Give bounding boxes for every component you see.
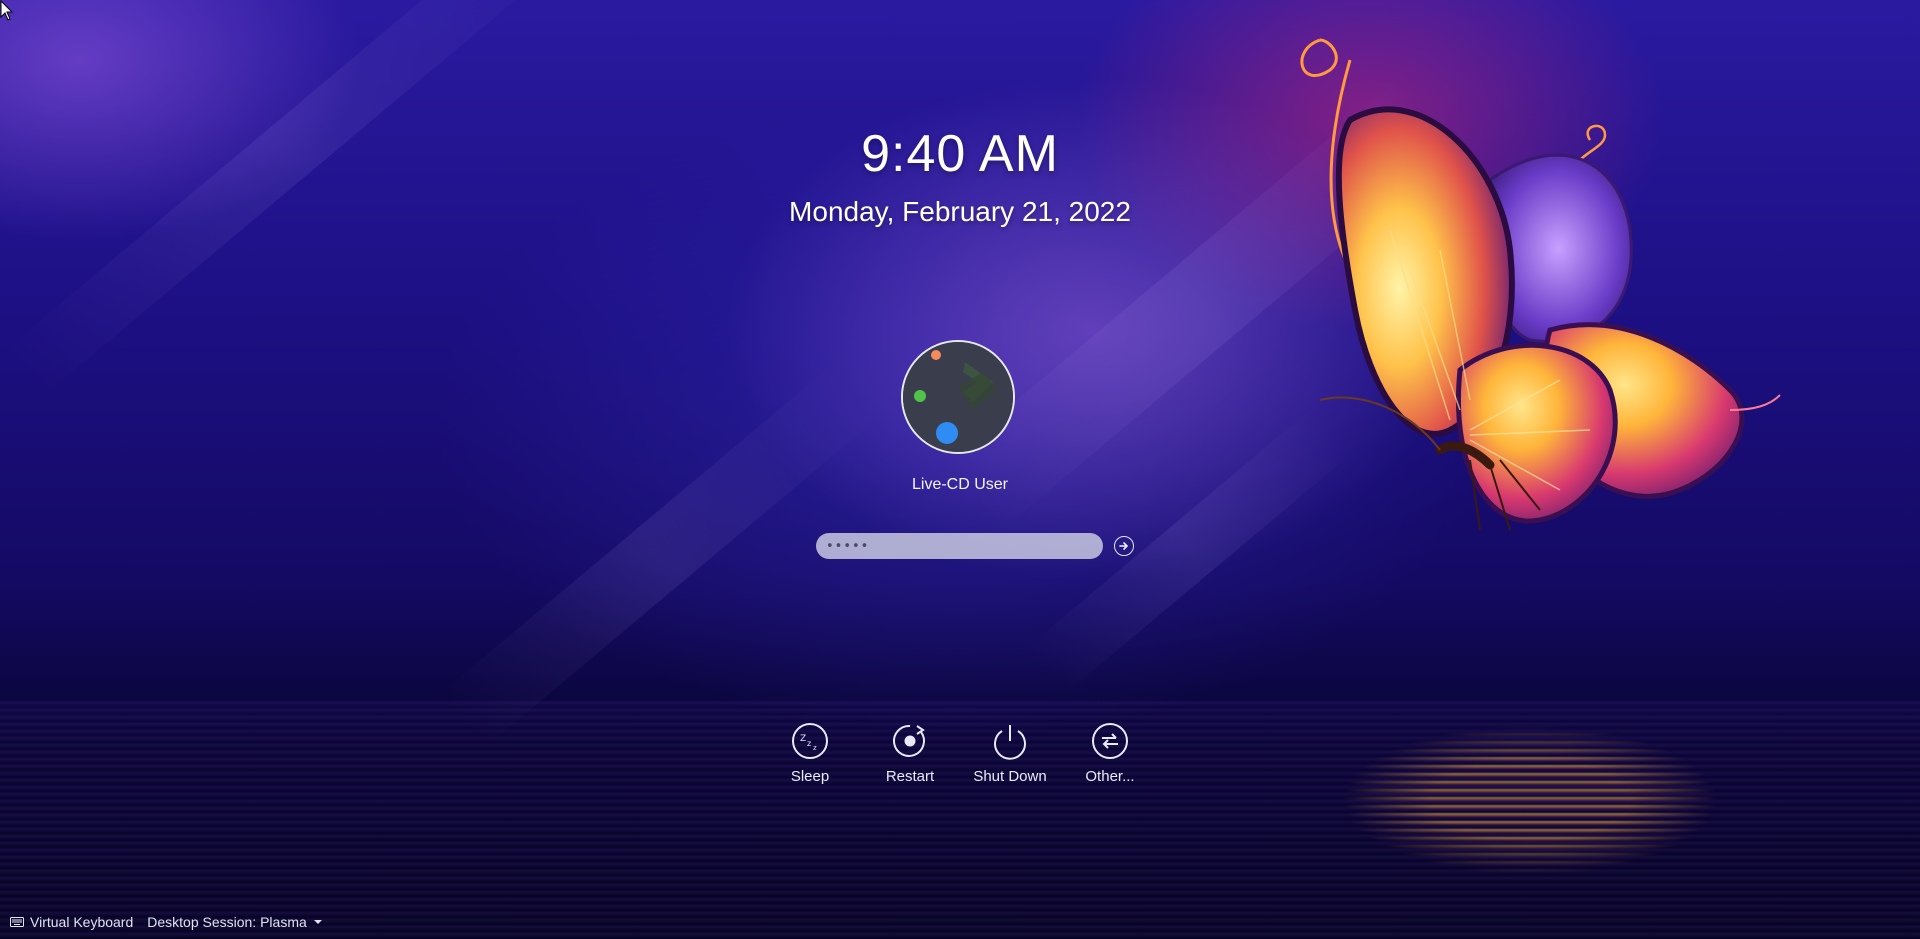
clock-date: Monday, February 21, 2022 [789,196,1131,227]
password-field[interactable] [816,533,1103,559]
sleep-button[interactable]: Z z z Sleep [760,722,860,785]
chevron-down-icon [313,920,322,924]
shutdown-button[interactable]: Shut Down [960,722,1060,785]
restart-button[interactable]: Restart [860,722,960,785]
switch-user-icon [1092,723,1128,759]
avatar-image [903,342,1013,452]
water-reflection [1280,700,1780,900]
other-button[interactable]: Other... [1060,722,1160,785]
session-selector[interactable]: Desktop Session: Plasma [147,914,323,930]
virtual-keyboard-label: Virtual Keyboard [30,914,134,930]
svg-text:Z: Z [800,734,806,744]
light-streak [2,0,578,398]
light-streak [438,361,882,749]
power-icon [994,725,1026,760]
svg-text:z: z [813,744,817,752]
sleep-label: Sleep [790,768,830,785]
footer-bar: Virtual Keyboard Desktop Session: Plasma [10,912,323,932]
mouse-cursor-icon [0,0,14,21]
virtual-keyboard-button[interactable]: Virtual Keyboard [10,914,133,930]
butterfly-wallpaper-image [1300,38,1781,531]
sleep-icon: Z z z [792,723,828,759]
user-name: Live-CD User [911,476,1008,493]
keyboard-icon [10,917,24,927]
restart-label: Restart [885,768,935,785]
lock-screen: 9:40 AM Monday, February 21, 2022 Live-C… [0,0,1920,939]
login-button[interactable] [1114,536,1134,556]
svg-text:z: z [807,739,811,748]
other-label: Other... [1085,768,1135,785]
clock-time: 9:40 AM [861,125,1059,183]
shutdown-label: Shut Down [973,768,1047,785]
session-label: Desktop Session: Plasma [147,914,307,930]
arrow-right-icon [1119,542,1129,550]
user-avatar[interactable] [901,340,1015,454]
power-actions: Z z z Sleep Restart Shut Down Other... [760,722,1160,802]
restart-icon [892,724,925,757]
